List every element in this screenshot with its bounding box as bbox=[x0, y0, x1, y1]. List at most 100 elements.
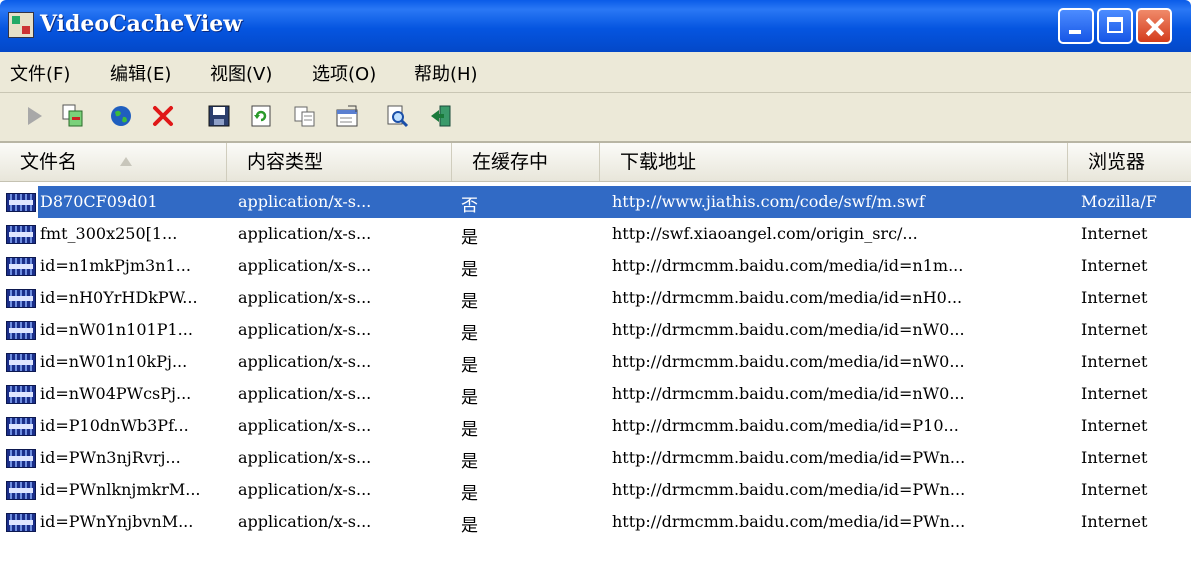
column-header-filename[interactable]: 文件名 bbox=[0, 143, 227, 181]
cell-content-type: application/x-s... bbox=[238, 416, 372, 435]
cell-filename: id=nH0YrHDkPW... bbox=[40, 288, 198, 307]
play-icon[interactable] bbox=[22, 103, 48, 129]
cell-browser: Internet bbox=[1081, 384, 1148, 403]
table-row[interactable]: id=n1mkPjm3n1... application/x-s... 是 http:… bbox=[0, 250, 1191, 282]
column-header-browser[interactable]: 浏览器 bbox=[1068, 143, 1191, 181]
toolbar bbox=[0, 93, 1191, 143]
cell-download-url: http://www.jiathis.com/code/swf/m.swf bbox=[612, 192, 925, 211]
cell-content-type: application/x-s... bbox=[238, 224, 372, 243]
cell-in-cache: 是 bbox=[461, 484, 478, 504]
cell-filename: id=P10dnWb3Pf... bbox=[40, 416, 189, 435]
cell-in-cache: 是 bbox=[461, 324, 478, 344]
cell-in-cache: 是 bbox=[461, 452, 478, 472]
minimize-button[interactable] bbox=[1058, 8, 1094, 44]
refresh-icon[interactable] bbox=[248, 103, 274, 129]
cell-filename: id=n1mkPjm3n1... bbox=[40, 256, 191, 275]
column-header-content-type[interactable]: 内容类型 bbox=[227, 143, 452, 181]
cell-download-url: http://drmcmm.baidu.com/media/id=PWn... bbox=[612, 448, 966, 467]
cell-in-cache: 是 bbox=[461, 228, 478, 248]
cell-browser: Internet bbox=[1081, 288, 1148, 307]
table-row[interactable]: id=PWnlknjmkrM... application/x-s... 是 http… bbox=[0, 474, 1191, 506]
cell-filename: id=PWnYnjbvnM... bbox=[40, 512, 194, 531]
menu-edit[interactable]: 编辑(E) bbox=[110, 60, 171, 86]
app-icon bbox=[8, 12, 34, 38]
maximize-button[interactable] bbox=[1097, 8, 1133, 44]
cell-browser: Internet bbox=[1081, 480, 1148, 499]
table-row[interactable]: id=PWnYnjbvnM... application/x-s... 是 http:… bbox=[0, 506, 1191, 538]
menu-help[interactable]: 帮助(H) bbox=[414, 60, 478, 86]
cell-in-cache: 是 bbox=[461, 292, 478, 312]
exit-icon[interactable] bbox=[428, 103, 454, 129]
video-file-icon bbox=[6, 417, 36, 436]
title-bar[interactable]: VideoCacheView bbox=[0, 0, 1191, 52]
menu-view[interactable]: 视图(V) bbox=[210, 60, 272, 86]
menu-options[interactable]: 选项(O) bbox=[312, 60, 376, 86]
delete-icon[interactable] bbox=[150, 103, 176, 129]
cell-download-url: http://drmcmm.baidu.com/media/id=P10... bbox=[612, 416, 959, 435]
table-row[interactable]: id=P10dnWb3Pf... application/x-s... 是 http:… bbox=[0, 410, 1191, 442]
video-file-icon bbox=[6, 449, 36, 468]
cell-browser: Internet bbox=[1081, 448, 1148, 467]
cell-content-type: application/x-s... bbox=[238, 192, 372, 211]
cell-content-type: application/x-s... bbox=[238, 480, 372, 499]
cell-content-type: application/x-s... bbox=[238, 512, 372, 531]
sort-ascending-icon bbox=[120, 157, 132, 166]
column-header-label: 文件名 bbox=[20, 151, 78, 173]
cell-browser: Internet bbox=[1081, 416, 1148, 435]
cell-content-type: application/x-s... bbox=[238, 256, 372, 275]
video-file-icon bbox=[6, 289, 36, 308]
menu-file[interactable]: 文件(F) bbox=[10, 60, 70, 86]
column-header-label: 下载地址 bbox=[620, 151, 697, 173]
table-row[interactable]: fmt_300x250[1... application/x-s... 是 http:… bbox=[0, 218, 1191, 250]
table-row[interactable]: id=nW01n101P1... application/x-s... 是 http:… bbox=[0, 314, 1191, 346]
table-row[interactable]: id=nW04PWcsPj... application/x-s... 是 http:… bbox=[0, 378, 1191, 410]
cell-in-cache: 是 bbox=[461, 356, 478, 376]
cell-filename: id=nW04PWcsPj... bbox=[40, 384, 192, 403]
cell-filename: id=nW01n101P1... bbox=[40, 320, 193, 339]
cell-download-url: http://drmcmm.baidu.com/media/id=PWn... bbox=[612, 480, 966, 499]
video-file-icon bbox=[6, 385, 36, 404]
cell-in-cache: 是 bbox=[461, 260, 478, 280]
table-row[interactable]: D870CF09d01 application/x-s... 否 http://www… bbox=[0, 186, 1191, 218]
cell-download-url: http://drmcmm.baidu.com/media/id=nW0... bbox=[612, 384, 965, 403]
cell-download-url: http://drmcmm.baidu.com/media/id=nW0... bbox=[612, 352, 965, 371]
video-file-icon bbox=[6, 257, 36, 276]
cell-filename: id=PWnlknjmkrM... bbox=[40, 480, 201, 499]
table-row[interactable]: id=nW01n10kPj... application/x-s... 是 http:… bbox=[0, 346, 1191, 378]
cell-content-type: application/x-s... bbox=[238, 288, 372, 307]
cell-in-cache: 是 bbox=[461, 420, 478, 440]
column-header-label: 内容类型 bbox=[247, 151, 324, 173]
video-file-icon bbox=[6, 481, 36, 500]
cell-browser: Internet bbox=[1081, 256, 1148, 275]
cell-filename: fmt_300x250[1... bbox=[40, 224, 178, 243]
table-row[interactable]: id=nH0YrHDkPW... application/x-s... 是 http:… bbox=[0, 282, 1191, 314]
cell-browser: Internet bbox=[1081, 352, 1148, 371]
file-list: D870CF09d01 application/x-s... 否 http://www… bbox=[0, 182, 1191, 571]
video-file-icon bbox=[6, 321, 36, 340]
window-title: VideoCacheView bbox=[40, 11, 243, 37]
cell-content-type: application/x-s... bbox=[238, 384, 372, 403]
search-icon[interactable] bbox=[384, 103, 410, 129]
column-header-label: 浏览器 bbox=[1088, 151, 1146, 173]
cell-content-type: application/x-s... bbox=[238, 352, 372, 371]
column-header-download-url[interactable]: 下载地址 bbox=[600, 143, 1068, 181]
menu-bar: 文件(F) 编辑(E) 视图(V) 选项(O) 帮助(H) bbox=[0, 52, 1191, 93]
column-header-label: 在缓存中 bbox=[472, 151, 549, 173]
properties-icon[interactable] bbox=[334, 103, 360, 129]
table-row[interactable]: id=PWn3njRvrj... application/x-s... 是 http:… bbox=[0, 442, 1191, 474]
cell-download-url: http://drmcmm.baidu.com/media/id=nW0... bbox=[612, 320, 965, 339]
close-button[interactable] bbox=[1136, 8, 1172, 44]
cell-download-url: http://drmcmm.baidu.com/media/id=PWn... bbox=[612, 512, 966, 531]
cell-browser: Internet bbox=[1081, 320, 1148, 339]
copy-files-icon[interactable] bbox=[60, 103, 86, 129]
save-icon[interactable] bbox=[206, 103, 232, 129]
column-header-in-cache[interactable]: 在缓存中 bbox=[452, 143, 600, 181]
globe-icon[interactable] bbox=[108, 103, 134, 129]
cell-download-url: http://swf.xiaoangel.com/origin_src/... bbox=[612, 224, 918, 243]
video-file-icon bbox=[6, 225, 36, 244]
cell-filename: id=nW01n10kPj... bbox=[40, 352, 188, 371]
video-file-icon bbox=[6, 193, 36, 212]
cell-browser: Mozilla/F bbox=[1081, 192, 1157, 211]
copy-icon[interactable] bbox=[292, 103, 318, 129]
cell-content-type: application/x-s... bbox=[238, 448, 372, 467]
